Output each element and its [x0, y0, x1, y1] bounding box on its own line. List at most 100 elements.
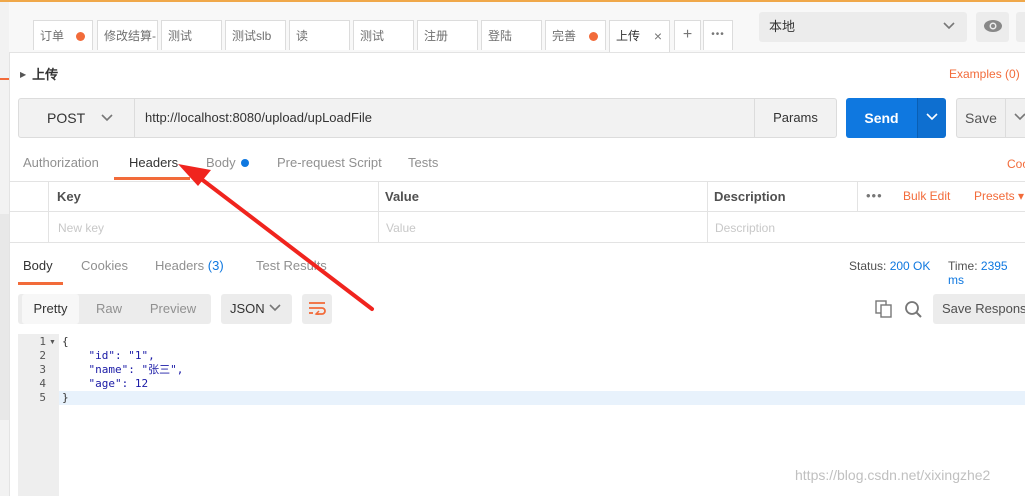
- environment-select[interactable]: 本地: [759, 12, 967, 42]
- code-line: }: [62, 391, 69, 404]
- tab-register[interactable]: 注册: [417, 20, 478, 50]
- tab-upload[interactable]: 上传 ×: [609, 20, 670, 52]
- table-divider: [707, 181, 708, 243]
- plus-icon: +: [682, 26, 693, 43]
- response-tab-headers[interactable]: Headers (3): [155, 258, 224, 273]
- tab-authorization[interactable]: Authorization: [23, 155, 99, 170]
- cookies-link[interactable]: Coo: [1007, 157, 1025, 171]
- headers-count: (3): [207, 258, 224, 273]
- unsaved-dot-icon: [589, 32, 598, 41]
- chevron-down-icon: [943, 12, 955, 42]
- line-number: 2: [39, 349, 46, 362]
- chevron-down-icon: [101, 111, 113, 126]
- sidebar-edge-shade: [0, 214, 9, 420]
- status-value: 200 OK: [889, 259, 931, 273]
- tab-complete[interactable]: 完善: [545, 20, 606, 50]
- chevron-down-icon: [1014, 110, 1025, 125]
- tab-test-slb[interactable]: 测试slb: [225, 20, 286, 50]
- more-tabs-button[interactable]: •••: [703, 20, 733, 50]
- chevron-down-icon: [269, 294, 281, 324]
- manage-environments-button[interactable]: [1016, 12, 1025, 42]
- response-tab-body[interactable]: Body: [23, 258, 53, 273]
- tab-prerequest-script[interactable]: Pre-request Script: [277, 155, 382, 170]
- format-value: JSON: [230, 301, 265, 316]
- line-number: 1: [39, 335, 46, 348]
- table-border: [9, 211, 1025, 212]
- new-description-input[interactable]: Description: [715, 221, 775, 235]
- tab-label: 注册: [424, 29, 449, 43]
- tab-label: 修改结算-: [104, 29, 156, 43]
- code-line: "name": "张三",: [62, 363, 184, 376]
- body-indicator-dot-icon: [240, 159, 249, 167]
- tab-label: 测试: [360, 29, 385, 43]
- table-border: [9, 181, 1025, 182]
- new-key-input[interactable]: New key: [58, 221, 104, 235]
- tab-headers[interactable]: Headers: [129, 155, 178, 170]
- chevron-down-icon: [926, 110, 938, 125]
- bulk-edit-link[interactable]: Bulk Edit: [903, 189, 950, 203]
- active-tab-underline: [18, 282, 63, 285]
- wrap-lines-button[interactable]: [302, 294, 332, 324]
- tab-label: 读: [296, 29, 309, 43]
- wrap-lines-icon: [308, 300, 326, 317]
- response-tab-test-results[interactable]: Test Results: [256, 258, 327, 273]
- tab-body[interactable]: Body: [206, 155, 249, 170]
- raw-button[interactable]: Raw: [84, 294, 134, 324]
- copy-icon[interactable]: [875, 300, 892, 318]
- response-status: Status: 200 OK: [849, 259, 931, 273]
- send-button[interactable]: Send: [846, 98, 917, 138]
- params-button[interactable]: Params: [754, 98, 837, 138]
- save-button[interactable]: Save: [956, 98, 1006, 138]
- column-header-description: Description: [714, 189, 786, 204]
- eye-icon: [983, 20, 1003, 34]
- method-value: POST: [47, 110, 85, 126]
- send-options-button[interactable]: [917, 98, 946, 138]
- method-select[interactable]: POST: [18, 98, 135, 138]
- tab-login[interactable]: 登陆: [481, 20, 542, 50]
- table-divider: [378, 181, 379, 243]
- tab-test-2[interactable]: 测试: [353, 20, 414, 50]
- tab-order[interactable]: 订单: [33, 20, 93, 50]
- response-tab-cookies[interactable]: Cookies: [81, 258, 128, 273]
- code-line: "id": "1",: [62, 349, 155, 362]
- code-line: {: [62, 335, 69, 348]
- fold-toggle-icon[interactable]: ▼: [49, 339, 56, 346]
- tab-tests[interactable]: Tests: [408, 155, 438, 170]
- request-name[interactable]: ▶ 上传: [20, 64, 58, 83]
- tab-label: 订单: [40, 29, 65, 43]
- column-header-value: Value: [385, 189, 419, 204]
- tab-label: Headers: [155, 258, 205, 273]
- examples-link[interactable]: Examples (0): [949, 67, 1020, 81]
- format-select[interactable]: JSON: [221, 294, 292, 324]
- search-icon[interactable]: [904, 300, 922, 318]
- presets-dropdown[interactable]: Presets ▾: [974, 189, 1024, 203]
- tab-test-1[interactable]: 测试: [161, 20, 222, 50]
- tab-label: 上传: [616, 29, 641, 43]
- table-divider: [857, 181, 858, 211]
- unsaved-dot-icon: [76, 32, 85, 41]
- code-line: "age": 12: [62, 377, 149, 390]
- preview-button[interactable]: Preview: [140, 294, 206, 324]
- line-number: 3: [39, 363, 46, 376]
- tab-modify-settlement[interactable]: 修改结算-: [97, 20, 158, 50]
- tab-label: 完善: [552, 29, 577, 43]
- tab-read[interactable]: 读: [289, 20, 350, 50]
- tab-label: 测试slb: [232, 29, 272, 43]
- save-response-button[interactable]: Save Response: [933, 294, 1025, 324]
- tab-label: 登陆: [488, 29, 513, 43]
- new-value-input[interactable]: Value: [386, 221, 416, 235]
- column-options-button[interactable]: •••: [866, 188, 883, 203]
- active-line-highlight: [59, 391, 1025, 405]
- ellipsis-icon: •••: [711, 29, 725, 40]
- add-tab-button[interactable]: +: [674, 20, 701, 50]
- environment-quick-look-button[interactable]: [976, 12, 1009, 42]
- pretty-button[interactable]: Pretty: [22, 294, 79, 324]
- tab-label: 测试: [168, 29, 193, 43]
- save-options-button[interactable]: [1005, 98, 1025, 138]
- active-tab-underline: [114, 177, 190, 180]
- close-icon[interactable]: ×: [654, 21, 662, 51]
- url-input[interactable]: http://localhost:8080/upload/upLoadFile: [134, 98, 755, 138]
- environment-value: 本地: [769, 19, 796, 34]
- response-time: Time: 2395 ms: [948, 259, 1008, 287]
- sidebar-accent: [0, 78, 9, 80]
